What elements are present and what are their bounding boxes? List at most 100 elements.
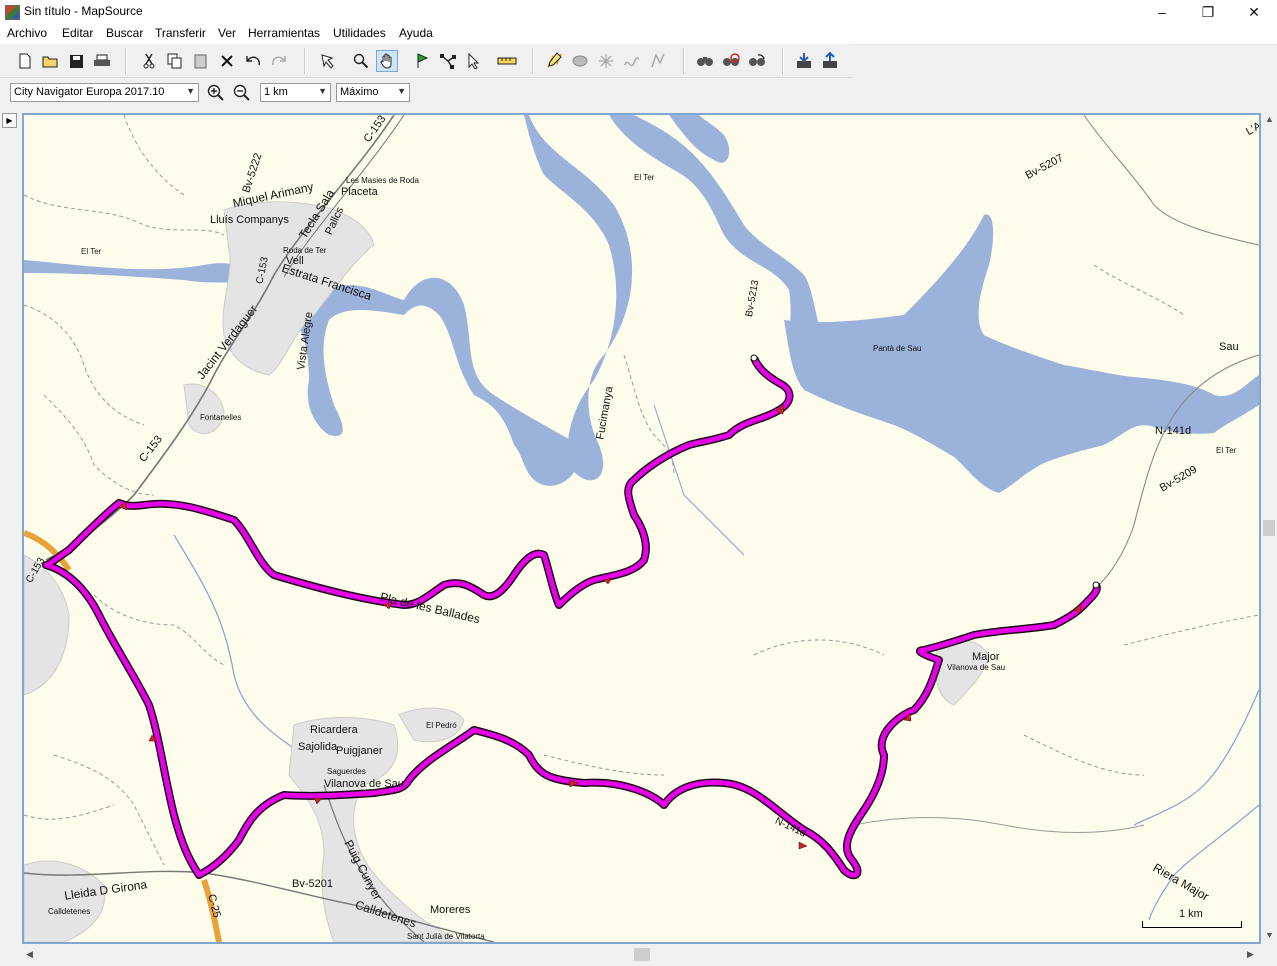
scale-select[interactable]: 1 km ▼ bbox=[260, 83, 331, 102]
label-bv5201: Bv-5201 bbox=[292, 878, 333, 890]
chevron-down-icon: ▼ bbox=[397, 86, 406, 96]
redo-icon[interactable] bbox=[268, 50, 290, 72]
mapsource-app-icon bbox=[5, 5, 20, 20]
find-address-icon[interactable] bbox=[720, 50, 742, 72]
dashed-tracks bbox=[24, 115, 1259, 866]
menu-archivo[interactable]: Archivo bbox=[7, 26, 47, 40]
menu-ayuda[interactable]: Ayuda bbox=[399, 26, 433, 40]
title-bar: Sin título - MapSource – ❐ ✕ bbox=[0, 0, 1277, 24]
paste-icon[interactable] bbox=[190, 50, 212, 72]
track-split-icon[interactable] bbox=[595, 50, 617, 72]
toolbar-separator bbox=[304, 48, 306, 74]
detail-select[interactable]: Máximo ▼ bbox=[336, 83, 410, 102]
minimize-button[interactable]: – bbox=[1139, 0, 1185, 24]
map-product-select[interactable]: City Navigator Europa 2017.10 ▼ bbox=[10, 83, 199, 102]
label-puigjaner: Puigjaner bbox=[336, 745, 383, 757]
zoom-out-icon[interactable] bbox=[231, 82, 253, 104]
label-les-masies-de-roda: Les Masies de Roda bbox=[346, 176, 419, 185]
open-icon[interactable] bbox=[40, 50, 62, 72]
map-scale-bar bbox=[1142, 921, 1242, 928]
horizontal-scroll-thumb[interactable] bbox=[634, 948, 650, 961]
label-vilanova-de-sau-small: Vilanova de Sau bbox=[947, 663, 1006, 672]
menu-buscar[interactable]: Buscar bbox=[106, 26, 143, 40]
stream bbox=[173, 534, 305, 756]
urban-area-vilanova-de-sau bbox=[934, 639, 990, 706]
hand-icon[interactable] bbox=[376, 50, 398, 72]
scroll-right-icon[interactable]: ▶ bbox=[1247, 949, 1254, 960]
waypoint-icon[interactable] bbox=[411, 50, 433, 72]
stream bbox=[1133, 689, 1259, 826]
label-lluis-companys: Lluís Companys bbox=[210, 214, 289, 226]
find-nearest-icon[interactable] bbox=[746, 50, 768, 72]
find-icon[interactable] bbox=[694, 50, 716, 72]
receive-icon[interactable] bbox=[793, 50, 815, 72]
save-icon[interactable] bbox=[65, 50, 87, 72]
label-sant-julia-de-vilatorta: Sant Julià de Vilatorta bbox=[407, 932, 485, 941]
map-scale-label: 1 km bbox=[1179, 908, 1203, 920]
label-panta-de-sau: Pantà de Sau bbox=[873, 344, 922, 353]
map-select-icon[interactable] bbox=[316, 50, 338, 72]
scroll-down-icon[interactable]: ▼ bbox=[1265, 930, 1274, 940]
send-icon[interactable] bbox=[819, 50, 841, 72]
zoom-tool-icon[interactable] bbox=[350, 50, 372, 72]
label-fontanelles: Fontanelles bbox=[200, 413, 242, 422]
toolbar-separator bbox=[125, 48, 127, 74]
label-el-ter-3: El Ter bbox=[1216, 446, 1237, 455]
delete-icon[interactable] bbox=[216, 50, 238, 72]
main-toolbar bbox=[0, 44, 852, 78]
cut-icon[interactable] bbox=[138, 50, 160, 72]
menu-transferir[interactable]: Transferir bbox=[155, 26, 206, 40]
label-vell: Vell bbox=[286, 255, 304, 267]
side-panel-strip bbox=[0, 110, 20, 946]
label-moreres: Moreres bbox=[430, 904, 471, 916]
new-icon[interactable] bbox=[14, 50, 36, 72]
label-n141d: N-141d bbox=[1155, 425, 1192, 437]
road-east bbox=[853, 817, 1145, 833]
stream bbox=[653, 404, 745, 556]
label-el-pedro: El Pedró bbox=[426, 721, 457, 730]
route-icon[interactable] bbox=[437, 50, 459, 72]
track-icon[interactable] bbox=[543, 50, 565, 72]
map-canvas bbox=[24, 115, 1259, 942]
scroll-up-icon[interactable]: ▲ bbox=[1265, 114, 1274, 124]
track-join-icon[interactable] bbox=[621, 50, 643, 72]
measure-icon[interactable] bbox=[496, 50, 518, 72]
horizontal-scrollbar[interactable]: ◀ ▶ bbox=[22, 946, 1261, 963]
undo-icon[interactable] bbox=[242, 50, 264, 72]
map-toolbar: City Navigator Europa 2017.10 ▼ 1 km ▼ M… bbox=[0, 78, 412, 108]
track-end-point[interactable] bbox=[1092, 581, 1100, 589]
toolbar-separator bbox=[532, 48, 534, 74]
window-title: Sin título - MapSource bbox=[24, 4, 143, 18]
copy-icon[interactable] bbox=[164, 50, 186, 72]
map-view[interactable]: Bv-5222 C-153 Miquel Arimany Tecla Sala … bbox=[22, 113, 1261, 944]
label-sajolida: Sajolida bbox=[298, 741, 338, 753]
chevron-down-icon: ▼ bbox=[186, 86, 195, 96]
maximize-button[interactable]: ❐ bbox=[1185, 0, 1231, 24]
menu-ver[interactable]: Ver bbox=[218, 26, 236, 40]
track-reverse-icon[interactable] bbox=[647, 50, 669, 72]
menu-utilidades[interactable]: Utilidades bbox=[333, 26, 386, 40]
scroll-left-icon[interactable]: ◀ bbox=[26, 949, 33, 960]
select-icon[interactable] bbox=[463, 50, 485, 72]
track-start-point[interactable] bbox=[750, 354, 758, 362]
toolbar-separator bbox=[683, 48, 685, 74]
label-major: Major bbox=[972, 651, 1000, 663]
label-placeta: Placeta bbox=[341, 186, 378, 198]
print-icon[interactable] bbox=[91, 50, 113, 72]
expand-panel-button[interactable]: ▶ bbox=[2, 113, 17, 128]
map-product-value: City Navigator Europa 2017.10 bbox=[14, 86, 165, 98]
zoom-in-icon[interactable] bbox=[205, 82, 227, 104]
panta-de-sau bbox=[784, 214, 1259, 493]
vertical-scroll-thumb[interactable] bbox=[1263, 520, 1275, 536]
vertical-scrollbar[interactable]: ▲ ▼ bbox=[1261, 110, 1277, 946]
menu-bar: Archivo Editar Buscar Transferir Ver Her… bbox=[0, 24, 1277, 45]
road-bv5207 bbox=[1083, 115, 1259, 246]
menu-editar[interactable]: Editar bbox=[62, 26, 93, 40]
label-vilanova-de-sau: Vilanova de Sau bbox=[324, 778, 404, 790]
label-saguerdes: Saguerdes bbox=[327, 767, 366, 776]
scale-value: 1 km bbox=[264, 86, 288, 98]
close-button[interactable]: ✕ bbox=[1231, 0, 1277, 24]
detail-value: Máximo bbox=[340, 86, 379, 98]
menu-herramientas[interactable]: Herramientas bbox=[248, 26, 320, 40]
track-filter-icon[interactable] bbox=[569, 50, 591, 72]
